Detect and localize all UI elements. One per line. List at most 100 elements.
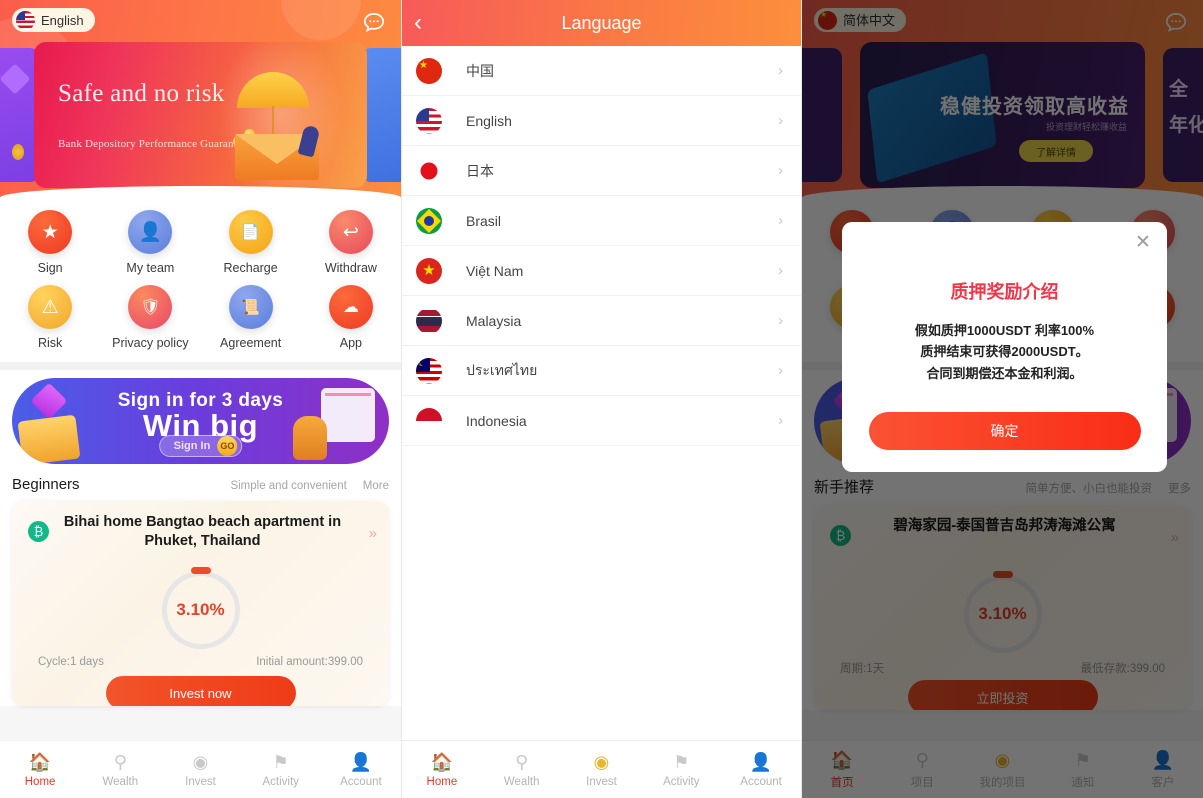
language-item-japan[interactable]: 日本 › [402,146,801,196]
flag-japan-icon [416,157,442,184]
language-name: Việt Nam [466,262,524,279]
tab-label: Home [426,776,458,788]
quick-action-label: Recharge [223,261,278,275]
close-icon[interactable]: ✕ [1133,232,1153,253]
tab-activity[interactable]: ⚑ Activity [241,741,321,798]
language-name: English [466,112,512,129]
bottom-tabbar[interactable]: 🏠 Home ⚲ Wealth ◉ Invest ⚑ Activity 👤 Ac… [402,740,801,798]
vase-icon: ⚲ [515,751,529,772]
coins-icon: ◉ [593,751,610,772]
tab-invest[interactable]: ◉ Invest [160,741,240,798]
product-rate: 3.10% [176,600,225,619]
banner-title: Safe and no risk [58,80,225,107]
quick-action-label: Withdraw [324,261,377,275]
bitcoin-icon: ₿ [28,521,49,542]
quick-actions-grid: ★ Sign 👤 My team 📄 Recharge ↩ Withdraw ⚠ [0,210,401,350]
tab-account[interactable]: 👤 Account [721,741,801,798]
banner-card-active[interactable]: Safe and no risk Bank Depository Perform… [34,42,367,188]
quick-action-label: Agreement [220,336,282,350]
shield-lock-icon: 🛡 [128,285,173,329]
language-name: Brasil [466,212,502,229]
language-item-indonesia[interactable]: Indonesia › [402,396,801,446]
document-icon: 📜 [228,285,273,329]
quick-action-label: My team [126,261,175,275]
tab-label: Account [340,776,382,788]
home-icon: 🏠 [430,751,454,772]
tab-wealth[interactable]: ⚲ Wealth [482,741,562,798]
quick-action-app[interactable]: ☁ App [301,285,401,350]
flag-brazil-icon [416,207,442,234]
language-item-brasil[interactable]: Brasil › [402,196,801,246]
tab-label: Home [24,776,56,788]
modal-body: 假如质押1000USDT 利率100% 质押结束可获得2000USDT。 合同到… [842,320,1167,384]
quick-actions-section: ★ Sign 👤 My team 📄 Recharge ↩ Withdraw ⚠ [0,200,401,362]
language-name: Indonesia [466,412,527,429]
banner-subtitle: Bank Depository Performance Guarantee [58,138,248,150]
double-chevron-right-icon[interactable]: » [369,525,377,542]
modal-title: 质押奖励介绍 [950,282,1059,302]
language-item-english[interactable]: English › [402,96,801,146]
language-name: Malaysia [466,312,522,329]
language-item-thailand[interactable]: ประเทศไทย › [402,346,801,396]
product-invest-button[interactable]: Invest now [105,676,296,706]
chevron-right-icon: › [778,412,783,429]
promo-go-badge[interactable]: GO [217,436,238,456]
flag-usa-icon [416,107,442,134]
section-title: Beginners [12,476,80,493]
person-icon: 👤 [349,751,373,772]
home-header: English Safe and no risk Bank Depository… [0,0,401,200]
flag-china-icon: ★ [416,57,442,84]
phone-panel-home-english: English Safe and no risk Bank Depository… [0,0,401,798]
promo-signin-button[interactable]: Sign In GO [158,435,243,457]
product-list: ₿ Bihai home Bangtao beach apartment in … [0,501,401,706]
section-more-link[interactable]: More [363,480,389,492]
quick-action-label: Sign [37,261,63,275]
modal-confirm-button[interactable]: 确定 [868,412,1141,451]
signin-promo-banner[interactable]: Sign in for 3 days Win big Sign In GO [12,378,389,464]
product-card[interactable]: ₿ Bihai home Bangtao beach apartment in … [12,501,389,706]
quick-action-recharge[interactable]: 📄 Recharge [201,210,301,275]
language-item-malaysia[interactable]: Malaysia › [402,296,801,346]
section-divider [0,362,401,370]
tab-invest[interactable]: ◉ Invest [562,741,642,798]
quick-action-privacy-policy[interactable]: 🛡 Privacy policy [100,285,200,350]
rate-ring: 3.10% [161,567,240,649]
quick-action-risk[interactable]: ⚠ Risk [0,285,100,350]
page-title: Language [561,12,642,33]
tab-home[interactable]: 🏠 Home [402,741,482,798]
tab-account[interactable]: 👤 Account [321,741,401,798]
chevron-right-icon: › [778,362,783,379]
quick-action-sign[interactable]: ★ Sign [0,210,100,275]
tab-home[interactable]: 🏠 Home [0,741,80,798]
bottom-tabbar[interactable]: 🏠 Home ⚲ Wealth ◉ Invest ⚑ Activity 👤 Ac… [0,740,401,798]
quick-action-label: Risk [37,336,63,350]
flag-usa-icon [16,10,35,30]
quick-action-my-team[interactable]: 👤 My team [100,210,200,275]
tab-label: Account [740,776,782,788]
modal-line-3: 合同到期偿还本金和利润。 [926,365,1083,381]
banner-carousel[interactable]: Safe and no risk Bank Depository Perform… [0,42,401,188]
beginners-section-header: Beginners Simple and convenient More [0,464,401,501]
chevron-right-icon: › [778,312,783,329]
language-switch-button[interactable]: English [12,8,95,32]
banner-card-next[interactable] [361,48,401,182]
vase-icon: ⚲ [113,751,127,772]
three-phone-screenshot-composite: English Safe and no risk Bank Depository… [0,0,1203,798]
quick-action-label: App [339,336,362,350]
quick-action-agreement[interactable]: 📜 Agreement [201,285,301,350]
product-title: Bihai home Bangtao beach apartment in Ph… [63,514,342,550]
tab-label: Wealth [102,776,139,788]
chevron-left-icon[interactable]: ‹ [414,0,444,46]
language-name: 中国 [466,62,494,79]
language-item-china[interactable]: ★ 中国 › [402,46,801,96]
phone-panel-language-selector: ‹ Language ★ 中国 › English › 日本 › Brasil … [401,0,802,798]
tab-activity[interactable]: ⚑ Activity [641,741,721,798]
tab-label: Activity [663,776,700,788]
chevron-right-icon: › [778,262,783,279]
chat-bubble-icon[interactable] [361,10,387,36]
quick-action-withdraw[interactable]: ↩ Withdraw [301,210,401,275]
star-icon: ★ [28,210,73,254]
tab-wealth[interactable]: ⚲ Wealth [80,741,160,798]
receipt-icon: 📄 [228,210,273,254]
language-item-vietnam[interactable]: Việt Nam › [402,246,801,296]
